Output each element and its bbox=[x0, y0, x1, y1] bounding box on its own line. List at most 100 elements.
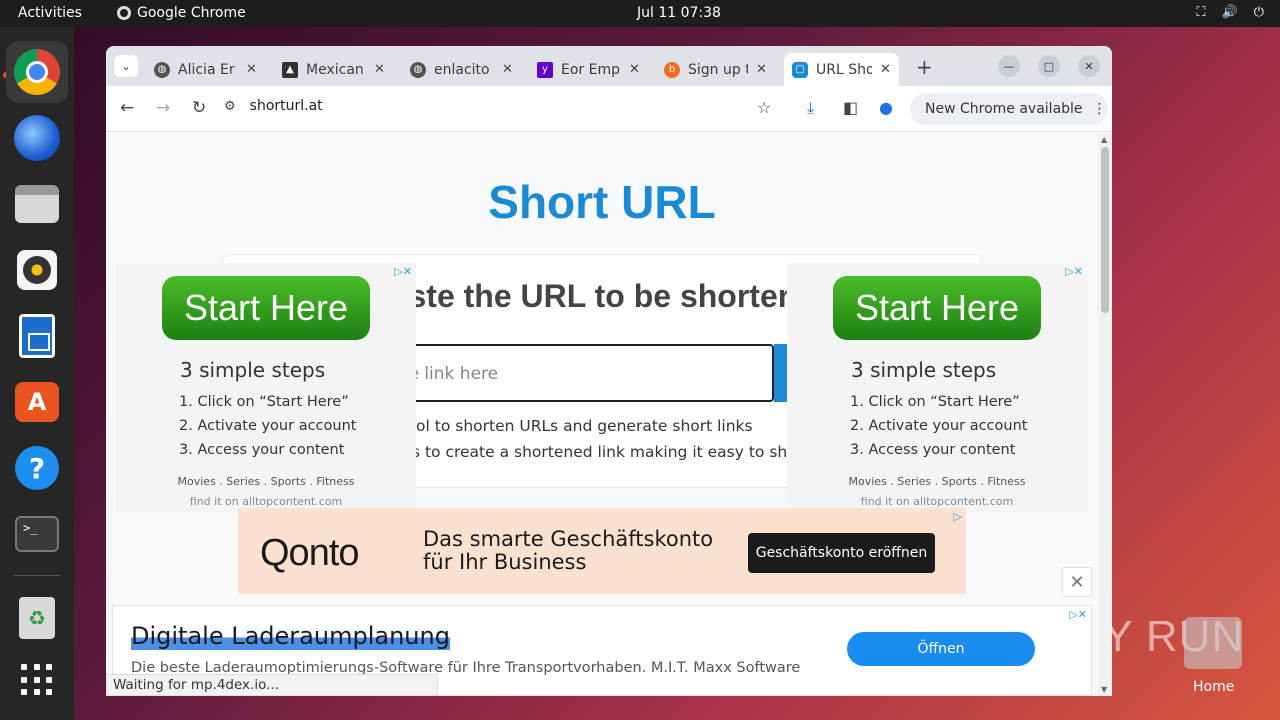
reload-icon: ↻ bbox=[192, 98, 207, 118]
shorturl-icon: ▢ bbox=[792, 61, 808, 78]
start-here-button[interactable]: Start Here bbox=[162, 276, 370, 340]
dock-chrome[interactable] bbox=[6, 41, 68, 103]
tab-title: enlacito bbox=[434, 61, 490, 78]
qonto-logo: Qonto bbox=[260, 532, 360, 574]
tab-5[interactable]: b Sign up t ✕ bbox=[664, 53, 767, 86]
yahoo-icon: y bbox=[537, 61, 553, 78]
url-text: shorturl.at bbox=[249, 98, 323, 114]
thunderbird-icon bbox=[14, 115, 60, 161]
close-icon[interactable]: ✕ bbox=[756, 62, 767, 77]
vertical-scrollbar[interactable]: ▲ ▼ bbox=[1098, 133, 1112, 696]
step-3: 3. Access your content bbox=[850, 442, 1016, 458]
rhythmbox-icon bbox=[17, 250, 57, 290]
ad-categories: Movies . Series . Sports . Fitness bbox=[848, 475, 1026, 488]
address-bar[interactable]: ⚙ shorturl.at bbox=[224, 98, 323, 114]
tab-4[interactable]: y Eor Emp ✕ bbox=[537, 53, 640, 86]
scroll-up-icon[interactable]: ▲ bbox=[1101, 135, 1107, 144]
tab-2[interactable]: ▲ Mexican ✕ bbox=[282, 53, 385, 86]
activities-button[interactable]: Activities bbox=[18, 5, 82, 21]
tab-title: Eor Emp bbox=[561, 61, 620, 78]
adchoices-icon[interactable]: ▷ bbox=[954, 510, 962, 523]
close-window-button[interactable]: ✕ bbox=[1078, 55, 1100, 77]
dock: A ? >_ ♻ bbox=[0, 27, 74, 720]
tab-search-button[interactable]: ⌄ bbox=[114, 55, 138, 77]
start-here-button[interactable]: Start Here bbox=[833, 276, 1041, 340]
ad-footer: find it on alltopcontent.com bbox=[860, 495, 1014, 508]
maximize-button[interactable]: □ bbox=[1038, 55, 1060, 77]
right-side-ad[interactable]: ▷✕ Start Here 3 simple steps 1. Click on… bbox=[787, 263, 1087, 513]
qonto-ad[interactable]: ▷ Qonto Das smarte Geschäftskonto für Ih… bbox=[238, 508, 966, 594]
site-icon: ▲ bbox=[282, 61, 298, 78]
ad-title[interactable]: Digitale Laderaumplanung bbox=[131, 622, 450, 650]
close-icon[interactable]: ✕ bbox=[502, 62, 513, 77]
dock-files[interactable] bbox=[6, 173, 68, 235]
clock[interactable]: Jul 11 07:38 bbox=[637, 5, 721, 21]
downloads-icon[interactable]: ⤓ bbox=[807, 98, 814, 118]
reload-button[interactable]: ↻ bbox=[192, 98, 206, 118]
plus-icon: + bbox=[916, 55, 933, 79]
minimize-icon: — bbox=[1003, 59, 1015, 73]
open-button[interactable]: Öffnen bbox=[847, 632, 1035, 666]
close-icon[interactable]: ✕ bbox=[880, 62, 891, 77]
system-tray[interactable]: ⛶ 🔊 ⏻ bbox=[1196, 5, 1264, 20]
site-info-icon[interactable]: ⚙ bbox=[224, 99, 236, 114]
tab-6-active[interactable]: ▢ URL Sho ✕ bbox=[784, 53, 899, 86]
back-button[interactable]: ← bbox=[120, 98, 134, 118]
dock-trash[interactable]: ♻ bbox=[6, 587, 68, 649]
ad-categories: Movies . Series . Sports . Fitness bbox=[177, 475, 355, 488]
kebab-menu-icon: ⋮ bbox=[1092, 101, 1107, 117]
bookmark-star-icon[interactable]: ☆ bbox=[757, 98, 771, 117]
close-icon[interactable]: ✕ bbox=[629, 62, 640, 77]
home-label[interactable]: Home bbox=[1193, 679, 1234, 695]
chrome-icon bbox=[117, 6, 131, 20]
close-icon: ✕ bbox=[1084, 59, 1094, 73]
globe-icon: ◍ bbox=[154, 61, 170, 78]
step-1: 1. Click on “Start Here” bbox=[850, 394, 1020, 410]
close-icon[interactable]: ✕ bbox=[374, 62, 385, 77]
adchoices-icon[interactable]: ▷✕ bbox=[1065, 265, 1083, 278]
app-menu[interactable]: Google Chrome bbox=[117, 5, 246, 21]
scroll-down-icon[interactable]: ▼ bbox=[1101, 685, 1107, 694]
tab-title: Mexican bbox=[306, 61, 364, 78]
minimize-button[interactable]: — bbox=[998, 55, 1020, 77]
chevron-down-icon: ⌄ bbox=[121, 59, 131, 73]
tab-title: Sign up t bbox=[688, 61, 748, 78]
site-icon: b bbox=[664, 61, 680, 78]
top-bar: Activities Google Chrome Jul 11 07:38 ⛶ … bbox=[0, 0, 1280, 27]
forward-button[interactable]: → bbox=[156, 98, 170, 118]
dock-writer[interactable] bbox=[6, 305, 68, 367]
tab-1[interactable]: ◍ Alicia Er ✕ bbox=[154, 53, 257, 86]
terminal-icon: >_ bbox=[15, 516, 59, 552]
show-apps-button[interactable] bbox=[6, 649, 68, 711]
maximize-icon: □ bbox=[1043, 59, 1055, 73]
tab-bar: ⌄ ◍ Alicia Er ✕ ▲ Mexican ✕ ◍ enlacito ✕… bbox=[106, 46, 1112, 86]
status-bar: Waiting for mp.4dex.io... bbox=[106, 674, 438, 696]
adchoices-icon[interactable]: ▷✕ bbox=[1069, 608, 1087, 621]
dock-app-center[interactable]: A bbox=[6, 371, 68, 433]
site-title: Short URL bbox=[488, 176, 716, 228]
home-folder-icon[interactable] bbox=[1184, 617, 1242, 669]
adchoices-icon[interactable]: ▷✕ bbox=[394, 265, 412, 278]
new-tab-button[interactable]: + bbox=[916, 55, 933, 79]
qonto-text: Das smarte Geschäftskonto für Ihr Busine… bbox=[423, 528, 713, 574]
step-1: 1. Click on “Start Here” bbox=[179, 394, 349, 410]
dock-thunderbird[interactable] bbox=[6, 107, 68, 169]
help-icon: ? bbox=[15, 446, 59, 490]
close-icon[interactable]: ✕ bbox=[246, 62, 257, 77]
qonto-cta-button[interactable]: Geschäftskonto eröffnen bbox=[748, 533, 935, 573]
dock-terminal[interactable]: >_ bbox=[6, 503, 68, 565]
left-side-ad[interactable]: ▷✕ Start Here 3 simple steps 1. Click on… bbox=[116, 263, 416, 513]
ad-footer: find it on alltopcontent.com bbox=[189, 495, 343, 508]
side-panel-icon[interactable]: ◧ bbox=[843, 98, 858, 117]
close-ad-button[interactable]: ✕ bbox=[1062, 567, 1092, 597]
dock-rhythmbox[interactable] bbox=[6, 239, 68, 301]
tab-3[interactable]: ◍ enlacito ✕ bbox=[410, 53, 513, 86]
steps-heading: 3 simple steps bbox=[851, 358, 997, 382]
dock-help[interactable]: ? bbox=[6, 437, 68, 499]
new-chrome-available-button[interactable]: New Chrome available ⋮ bbox=[910, 93, 1108, 125]
steps-heading: 3 simple steps bbox=[180, 358, 326, 382]
scrollbar-thumb[interactable] bbox=[1101, 147, 1109, 313]
files-icon bbox=[15, 185, 59, 223]
app-name: Google Chrome bbox=[137, 5, 246, 21]
profile-icon[interactable]: ● bbox=[879, 98, 893, 117]
